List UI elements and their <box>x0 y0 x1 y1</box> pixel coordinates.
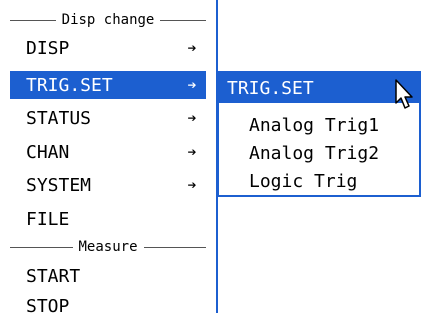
divider-line <box>10 19 56 21</box>
submenu-item-analog-trig1[interactable]: Analog Trig1 <box>249 111 379 139</box>
menu-item-disp[interactable]: DISP ➔ <box>10 34 206 62</box>
mouse-pointer-icon <box>395 79 413 109</box>
menu-item-file[interactable]: FILE <box>10 205 206 233</box>
menu-item-label: TRIG.SET <box>26 74 113 96</box>
main-menu: Disp change DISP ➔ TRIG.SET ➔ STATUS ➔ C… <box>0 0 218 317</box>
menu-item-start[interactable]: START <box>10 262 206 290</box>
divider-line <box>160 19 206 21</box>
menu-item-trig-set[interactable]: TRIG.SET ➔ <box>10 71 206 99</box>
arrow-right-icon: ➔ <box>187 143 197 161</box>
trig-set-submenu: TRIG.SET Analog Trig1 Analog Trig2 Logic… <box>217 71 421 197</box>
section-header-disp-change: Disp change <box>10 8 206 32</box>
arrow-right-icon: ➔ <box>187 39 197 57</box>
section-header-label: Disp change <box>61 12 155 28</box>
submenu-item-analog-trig2[interactable]: Analog Trig2 <box>249 139 379 167</box>
arrow-right-icon: ➔ <box>187 76 197 94</box>
menu-item-system[interactable]: SYSTEM ➔ <box>10 171 206 199</box>
section-header-label: Measure <box>78 239 138 255</box>
divider-line <box>10 246 73 248</box>
arrow-right-icon: ➔ <box>187 109 197 127</box>
menu-item-label: STOP <box>26 295 70 317</box>
menu-item-label: START <box>26 265 81 287</box>
submenu-item-logic-trig[interactable]: Logic Trig <box>249 167 357 195</box>
section-header-measure: Measure <box>10 235 207 259</box>
menu-item-label: FILE <box>26 208 70 230</box>
divider-line <box>143 246 207 248</box>
menu-item-label: DISP <box>26 37 70 59</box>
menu-item-label: STATUS <box>26 107 92 129</box>
menu-item-label: SYSTEM <box>26 174 92 196</box>
menu-item-stop[interactable]: STOP <box>10 292 206 320</box>
submenu-title-trig-set[interactable]: TRIG.SET <box>219 73 419 103</box>
arrow-right-icon: ➔ <box>187 176 197 194</box>
menu-item-label: CHAN <box>26 141 70 163</box>
menu-item-status[interactable]: STATUS ➔ <box>10 104 206 132</box>
menu-item-chan[interactable]: CHAN ➔ <box>10 138 206 166</box>
